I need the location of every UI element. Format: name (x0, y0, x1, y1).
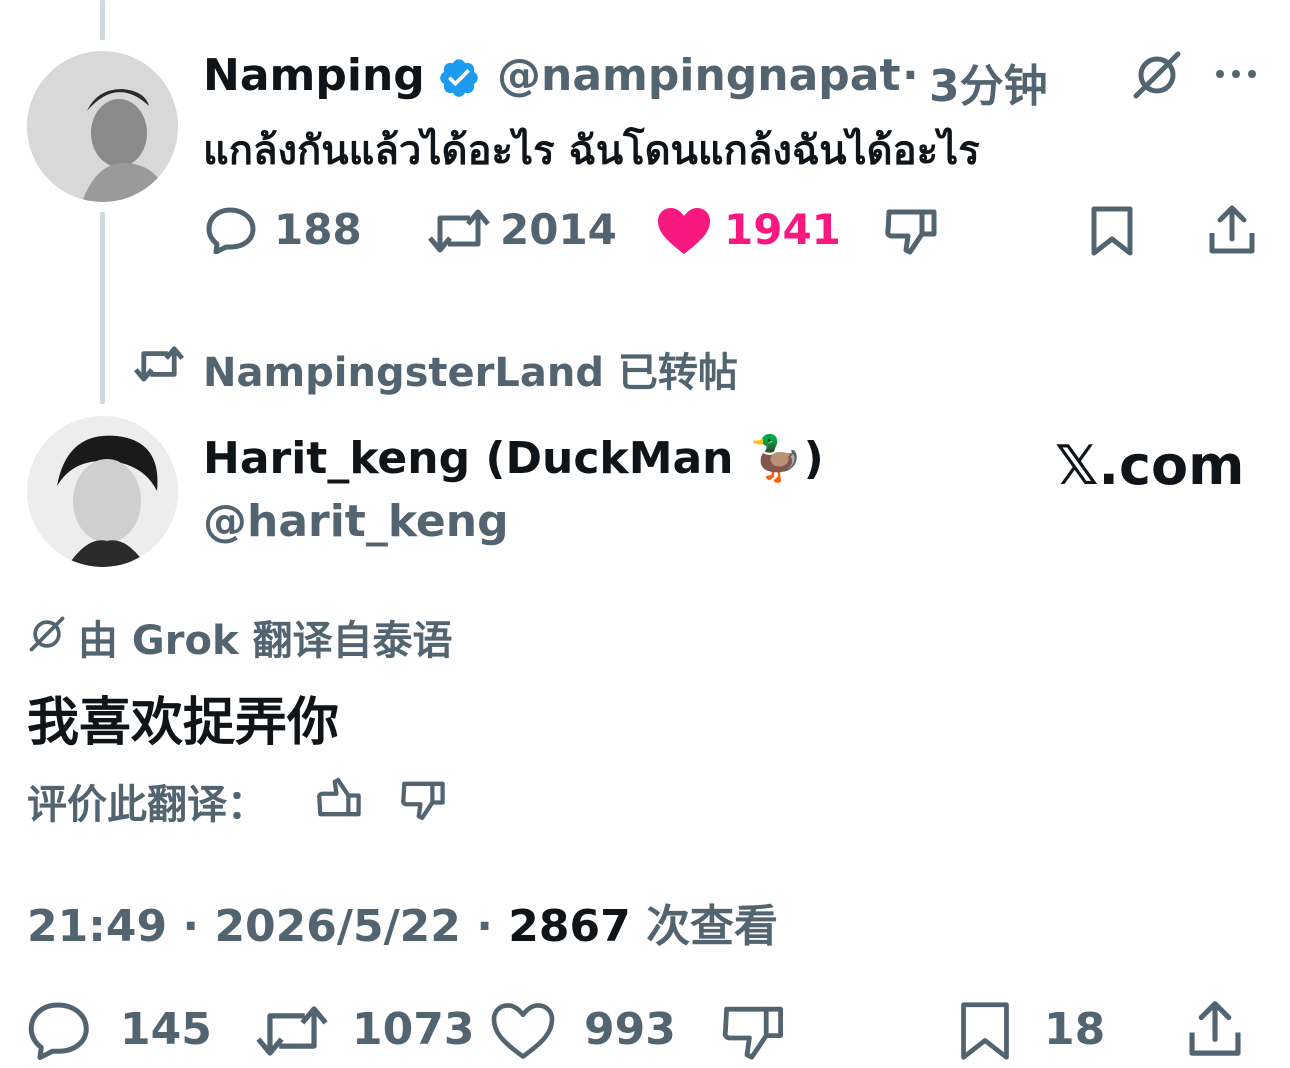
view-label: 次查看 (646, 901, 779, 952)
thread-line-top (100, 0, 105, 40)
avatar-namping[interactable] (27, 51, 178, 202)
main-bookmark-count: 18 (1044, 1004, 1106, 1055)
main-like-count: 993 (584, 1004, 676, 1055)
share-icon[interactable] (1206, 203, 1258, 257)
dislike-icon[interactable] (884, 206, 938, 256)
bookmark-icon[interactable] (1090, 205, 1134, 257)
translation-note[interactable]: 由 Grok 翻译自泰语 (78, 608, 453, 666)
main-like-icon[interactable] (490, 1002, 556, 1060)
grok-icon[interactable] (1130, 48, 1184, 102)
main-handle[interactable]: @harit_keng (203, 496, 509, 547)
tweet-date[interactable]: 2026/5/22 (214, 901, 460, 952)
main-reply-icon[interactable] (27, 1000, 93, 1060)
parent-separator: · (902, 50, 919, 101)
parent-tweet-text: แกล้งกันแล้วได้อะไร ฉันโดนแกล้งฉันได้อะไ… (203, 128, 980, 174)
main-bookmark-icon[interactable] (958, 1000, 1012, 1062)
retweet-icon[interactable] (428, 206, 490, 256)
main-reply-count: 145 (120, 1004, 212, 1055)
retweet-banner-icon (134, 344, 184, 384)
rate-translation-label: 评价此翻译： (27, 782, 267, 828)
main-share-icon[interactable] (1184, 998, 1246, 1060)
xcom-watermark: 𝕏.com (1055, 434, 1245, 497)
reply-icon[interactable] (206, 206, 258, 254)
grok-translate-icon (27, 614, 67, 654)
view-count: 2867 (508, 901, 631, 952)
parent-reply-count: 188 (274, 205, 362, 254)
parent-retweet-count: 2014 (500, 205, 617, 254)
main-dislike-icon[interactable] (720, 1002, 786, 1062)
main-display-name[interactable]: Harit_keng (DuckMan 🦆) (203, 432, 824, 484)
thread-line-bottom (100, 212, 105, 404)
retweet-banner-label[interactable]: NampingsterLand 已转帖 (203, 340, 738, 398)
meta-dot-1: · (182, 901, 200, 952)
more-icon[interactable] (1214, 68, 1258, 80)
main-tweet-text: 我喜欢捉弄你 (27, 693, 340, 753)
like-icon[interactable] (656, 206, 712, 256)
parent-time-ago[interactable]: 3分钟 (929, 50, 1048, 114)
main-retweet-count: 1073 (352, 1004, 475, 1055)
tweet-meta: 21:49 · 2026/5/22 · 2867 次查看 (27, 890, 778, 954)
parent-handle[interactable]: @nampingnapat (497, 50, 901, 101)
thumbs-down-icon[interactable] (400, 778, 446, 822)
meta-dot-2: · (476, 901, 493, 952)
parent-like-count: 1941 (724, 205, 841, 254)
thumbs-up-icon[interactable] (316, 776, 362, 820)
tweet-time[interactable]: 21:49 (27, 901, 167, 952)
verified-badge-icon (437, 56, 481, 100)
parent-display-name[interactable]: Namping (203, 50, 425, 101)
avatar-harit[interactable] (27, 416, 178, 567)
main-retweet-icon[interactable] (256, 1002, 328, 1060)
